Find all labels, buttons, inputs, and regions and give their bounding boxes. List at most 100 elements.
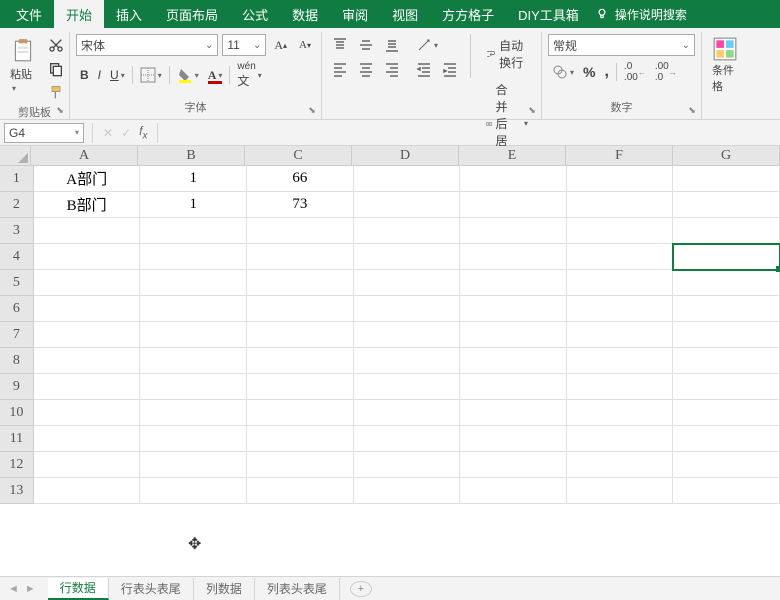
- sheet-tab[interactable]: 行表头表尾: [109, 578, 194, 600]
- number-format-select[interactable]: 常规: [548, 34, 695, 56]
- decrease-decimal-button[interactable]: .00.0→: [651, 58, 681, 86]
- cell[interactable]: [247, 218, 354, 244]
- align-left-button[interactable]: [328, 58, 352, 80]
- cell[interactable]: [247, 478, 354, 504]
- sheet-tab[interactable]: 列数据: [194, 578, 255, 600]
- confirm-formula-icon[interactable]: ✓: [121, 126, 131, 140]
- menu-tab-1[interactable]: 开始: [54, 0, 104, 28]
- col-header[interactable]: B: [138, 146, 245, 166]
- cell[interactable]: 1: [140, 166, 247, 192]
- cell[interactable]: A部门: [34, 166, 141, 192]
- cell[interactable]: [673, 426, 780, 452]
- row-header[interactable]: 9: [0, 374, 34, 400]
- cell[interactable]: [567, 218, 674, 244]
- cell[interactable]: [247, 270, 354, 296]
- cell[interactable]: [140, 348, 247, 374]
- border-button[interactable]: [136, 64, 166, 86]
- cell[interactable]: [140, 452, 247, 478]
- cell[interactable]: [34, 478, 141, 504]
- cell[interactable]: [354, 322, 461, 348]
- cell[interactable]: [354, 244, 461, 270]
- cell[interactable]: [567, 478, 674, 504]
- col-header[interactable]: D: [352, 146, 459, 166]
- add-sheet-button[interactable]: +: [350, 581, 372, 597]
- bold-button[interactable]: B: [76, 65, 93, 85]
- cell[interactable]: [567, 400, 674, 426]
- cell[interactable]: [140, 478, 247, 504]
- cell[interactable]: [140, 296, 247, 322]
- row-header[interactable]: 11: [0, 426, 34, 452]
- conditional-format-button[interactable]: 条件格: [708, 34, 742, 96]
- menu-tab-8[interactable]: 方方格子: [430, 0, 506, 28]
- number-launcher-icon[interactable]: ⬊: [685, 103, 699, 117]
- cell[interactable]: [354, 452, 461, 478]
- cell[interactable]: [354, 166, 461, 192]
- cell[interactable]: 73: [247, 192, 354, 218]
- cell[interactable]: [673, 218, 780, 244]
- cell[interactable]: [460, 192, 567, 218]
- comma-button[interactable]: ,: [600, 60, 612, 84]
- sheet-nav-prev-icon[interactable]: ◄: [8, 583, 19, 595]
- cell[interactable]: [247, 322, 354, 348]
- select-all-corner[interactable]: [0, 146, 31, 166]
- cell[interactable]: [460, 322, 567, 348]
- row-header[interactable]: 1: [0, 166, 34, 192]
- cell[interactable]: [354, 374, 461, 400]
- sheet-tab[interactable]: 列表头表尾: [255, 578, 340, 600]
- indent-increase-button[interactable]: [438, 58, 462, 80]
- row-header[interactable]: 4: [0, 244, 34, 270]
- menu-tab-9[interactable]: DIY工具箱: [506, 0, 591, 28]
- cell[interactable]: [673, 244, 780, 270]
- orientation-button[interactable]: [412, 34, 442, 56]
- fill-color-button[interactable]: [173, 64, 203, 86]
- cell[interactable]: [247, 374, 354, 400]
- clipboard-launcher-icon[interactable]: ⬊: [53, 103, 67, 117]
- cell[interactable]: 1: [140, 192, 247, 218]
- cell[interactable]: [247, 426, 354, 452]
- align-middle-button[interactable]: [354, 34, 378, 56]
- col-header[interactable]: F: [566, 146, 673, 166]
- cell[interactable]: [460, 244, 567, 270]
- cell[interactable]: [567, 322, 674, 348]
- menu-tab-0[interactable]: 文件: [4, 0, 54, 28]
- row-header[interactable]: 8: [0, 348, 34, 374]
- cell[interactable]: [34, 426, 141, 452]
- cell[interactable]: [460, 400, 567, 426]
- cell[interactable]: [34, 296, 141, 322]
- cell[interactable]: [354, 478, 461, 504]
- row-header[interactable]: 3: [0, 218, 34, 244]
- paste-button[interactable]: 粘贴: [6, 34, 40, 96]
- cell[interactable]: [140, 322, 247, 348]
- cell[interactable]: [354, 400, 461, 426]
- cell[interactable]: [247, 296, 354, 322]
- cell[interactable]: [460, 452, 567, 478]
- cell[interactable]: [34, 322, 141, 348]
- cell[interactable]: [140, 218, 247, 244]
- wrap-text-button[interactable]: 自动换行: [479, 34, 535, 74]
- cell[interactable]: [34, 270, 141, 296]
- menu-tab-6[interactable]: 审阅: [330, 0, 380, 28]
- cell[interactable]: B部门: [34, 192, 141, 218]
- cell[interactable]: [673, 374, 780, 400]
- fx-icon[interactable]: fx: [139, 124, 147, 141]
- align-top-button[interactable]: [328, 34, 352, 56]
- cell[interactable]: [567, 244, 674, 270]
- cell[interactable]: [460, 374, 567, 400]
- cell[interactable]: [34, 218, 141, 244]
- col-header[interactable]: G: [673, 146, 780, 166]
- increase-decimal-button[interactable]: .0.00←: [620, 58, 650, 86]
- increase-font-button[interactable]: A▴: [270, 35, 291, 56]
- cell[interactable]: [247, 400, 354, 426]
- cancel-formula-icon[interactable]: ✕: [103, 126, 113, 140]
- menu-tab-4[interactable]: 公式: [230, 0, 280, 28]
- cell[interactable]: [140, 400, 247, 426]
- align-center-button[interactable]: [354, 58, 378, 80]
- cell[interactable]: [567, 374, 674, 400]
- cell[interactable]: [567, 270, 674, 296]
- name-box[interactable]: G4: [4, 123, 84, 143]
- cell[interactable]: [34, 374, 141, 400]
- sheet-nav-next-icon[interactable]: ►: [25, 583, 36, 595]
- cell[interactable]: [567, 426, 674, 452]
- cell[interactable]: [34, 348, 141, 374]
- cell[interactable]: [567, 296, 674, 322]
